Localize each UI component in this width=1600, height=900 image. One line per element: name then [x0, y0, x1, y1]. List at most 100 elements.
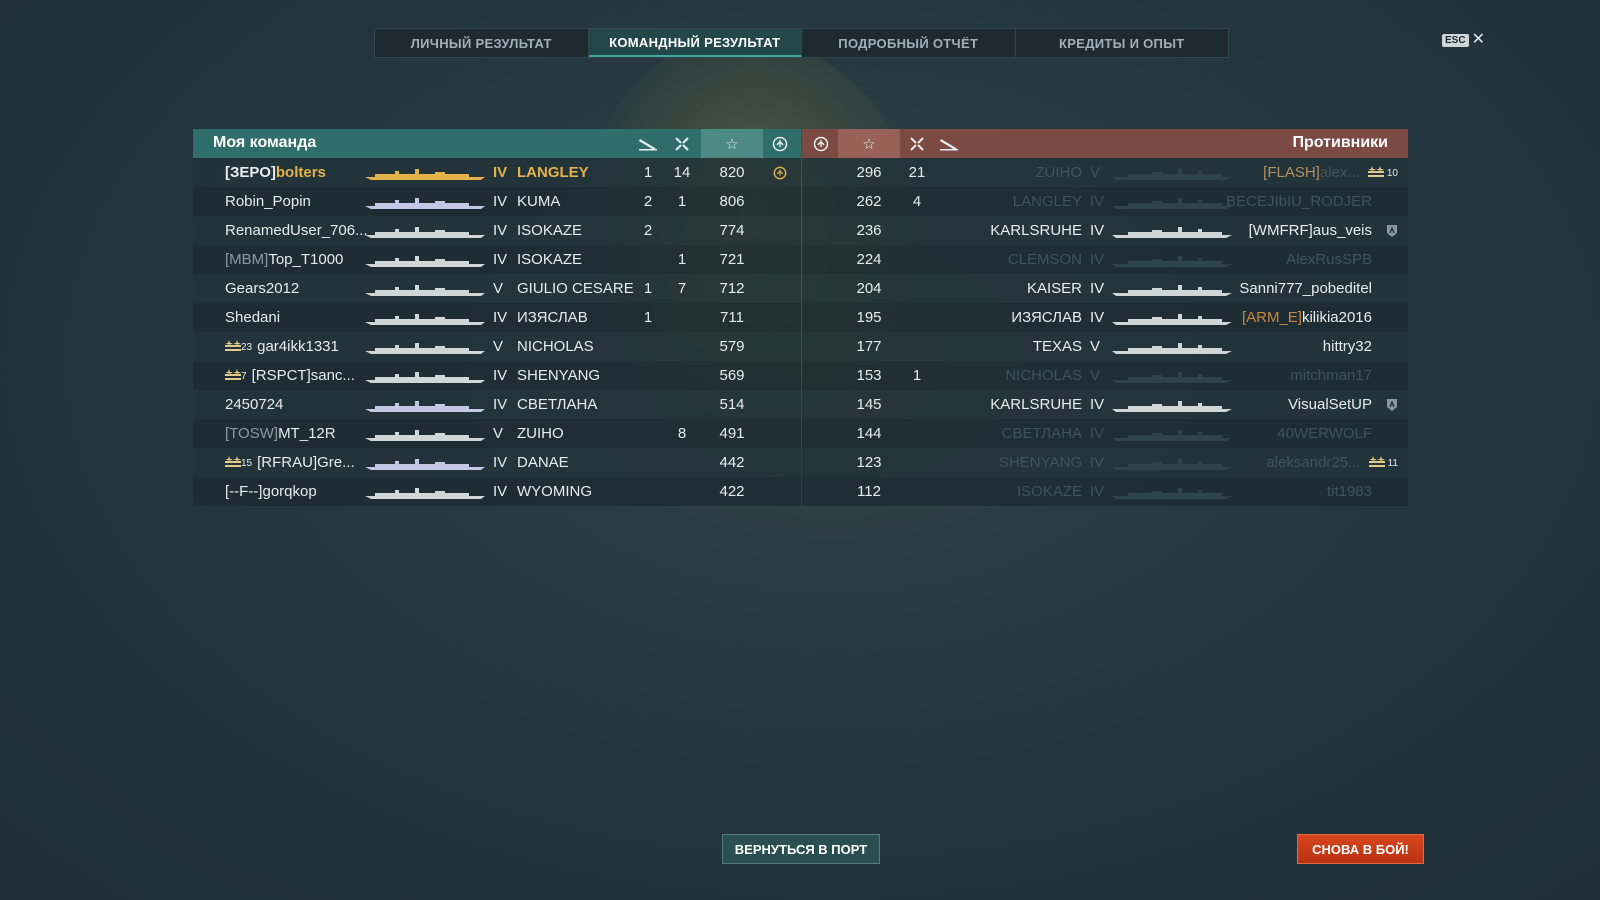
ship-tier: IV	[493, 309, 508, 326]
enemy-score: 224	[856, 251, 882, 268]
frags-count	[667, 361, 697, 390]
table-row: Shedani IV ИЗЯСЛАВ 1 711 195 ИЗЯСЛАВ IV [ARM_E]k…	[193, 303, 1408, 332]
enemy-row[interactable]: 262 4 LANGLEY IV BECEJIbIU_RODJER	[802, 187, 1408, 216]
star-icon: ☆	[838, 129, 900, 158]
my-team-row[interactable]: Robin_Popin IV KUMA 2 1 806	[193, 187, 801, 216]
enemy-row[interactable]: 204 KAISER IV Sanni777_pobeditel	[802, 274, 1408, 303]
tab-credits-exp[interactable]: КРЕДИТЫ И ОПЫТ	[1016, 29, 1229, 57]
my-team-row[interactable]: 15 [RFRAU]Gre... IV DANAE 442	[193, 448, 801, 477]
player-name: [MBM]Top_T1000	[225, 245, 343, 274]
ship-name: KUMA	[517, 193, 561, 210]
ship-silhouette-icon	[1112, 400, 1232, 412]
tab-personal-result[interactable]: ЛИЧНЫЙ РЕЗУЛЬТАТ	[375, 29, 589, 57]
close-icon: ✕	[1471, 31, 1485, 48]
ship-tier: IV	[493, 396, 508, 413]
ship-tier: V	[493, 338, 504, 355]
return-to-port-button[interactable]: ВЕРНУТЬСЯ В ПОРТ	[722, 834, 880, 864]
clan-tag: [TOSW]	[225, 425, 279, 442]
ship-tier: V	[1090, 367, 1101, 384]
player-name: RenamedUser_706...	[225, 216, 368, 245]
division-icon	[1386, 216, 1398, 245]
my-team-row[interactable]: RenamedUser_706... IV ISOKAZE 2 774	[193, 216, 801, 245]
enemy-frags	[902, 303, 932, 332]
ship-silhouette-icon	[365, 313, 485, 325]
enemy-score: 296	[856, 164, 882, 181]
rank-number: 23	[241, 341, 253, 353]
enemy-score: 144	[856, 425, 882, 442]
player-nickname: aleksandr25...	[1266, 454, 1361, 471]
ship-tier: IV	[493, 483, 508, 500]
enemy-row[interactable]: 123 SHENYANG IV aleksandr25... 11	[802, 448, 1408, 477]
ship-name: ISOKAZE	[1016, 483, 1082, 500]
base-capture-icon	[806, 129, 836, 158]
frags-count	[667, 390, 697, 419]
enemy-frags	[902, 448, 932, 477]
player-name: mitchman17	[1290, 361, 1372, 390]
player-name: [TOSW]MT_12R	[225, 419, 336, 448]
tab-detailed-report[interactable]: ПОДРОБНЫЙ ОТЧЁТ	[802, 29, 1016, 57]
ship-name: ИЗЯСЛАВ	[1011, 309, 1082, 326]
ship-name: KAISER	[1026, 280, 1082, 297]
enemy-row[interactable]: 224 CLEMSON IV AlexRusSPB	[802, 245, 1408, 274]
enemy-score: 262	[856, 193, 882, 210]
frags-count: 7	[677, 280, 687, 297]
my-team-row[interactable]: 23 gar4ikk1331 V NICHOLAS 579	[193, 332, 801, 361]
my-team-row[interactable]: [ЗЕРО]bolters IV LANGLEY 1 14 820	[193, 158, 801, 187]
ship-silhouette-icon	[365, 284, 485, 296]
player-nickname: gar4ikk1331	[257, 338, 339, 355]
ship-tier: V	[493, 280, 504, 297]
ship-silhouette-icon	[365, 458, 485, 470]
ship-name: TEXAS	[1032, 338, 1082, 355]
tab-team-result[interactable]: КОМАНДНЫЙ РЕЗУЛЬТАТ	[588, 29, 802, 57]
my-team-row[interactable]: 7 [RSPCT]sanc... IV SHENYANG 569	[193, 361, 801, 390]
ship-silhouette-icon	[365, 371, 485, 383]
player-nickname: Robin_Popin	[225, 193, 311, 210]
ship-name: NICHOLAS	[1005, 367, 1082, 384]
enemy-row[interactable]: 153 1 NICHOLAS Vmitchman17	[802, 361, 1408, 390]
ship-silhouette-icon	[365, 342, 485, 354]
my-team-row[interactable]: Shedani IV ИЗЯСЛАВ 1 711	[193, 303, 801, 332]
ship-tier: IV	[1090, 454, 1105, 471]
ship-name: CLEMSON	[1007, 251, 1082, 268]
torpedo-hits	[633, 419, 663, 448]
my-team-row[interactable]: [--F--]gorqkop IV WYOMING 422	[193, 477, 801, 506]
player-name: AlexRusSPB	[1286, 245, 1372, 274]
my-team-row[interactable]: [MBM]Top_T1000 IV ISOKAZE 1 721	[193, 245, 801, 274]
ship-tier: IV	[493, 367, 508, 384]
torpedo-hits	[633, 332, 663, 361]
enemy-score: 123	[856, 454, 882, 471]
player-nickname: [RSPCT]sanc...	[251, 367, 355, 384]
enemy-row[interactable]: 145 KARLSRUHE IV VisualSetUP	[802, 390, 1408, 419]
enemy-row[interactable]: 177 TEXAS Vhittry32	[802, 332, 1408, 361]
battle-again-button[interactable]: СНОВА В БОЙ!	[1297, 834, 1424, 864]
ship-name: SHENYANG	[998, 454, 1082, 471]
ship-tier: IV	[493, 454, 508, 471]
enemy-frags	[902, 245, 932, 274]
player-name: [ARM_E]kilikia2016	[1242, 303, 1372, 332]
my-team-row[interactable]: 2450724 IV СВЕТЛАНА 514	[193, 390, 801, 419]
table-row: Robin_Popin IV KUMA 2 1 806 262 4 LANGLEY IV BECEJ…	[193, 187, 1408, 216]
ship-silhouette-icon	[1112, 458, 1232, 470]
ship-name: ZUIHO	[517, 425, 564, 442]
enemy-score: 204	[856, 280, 882, 297]
my-team-row[interactable]: [TOSW]MT_12R V ZUIHO 8 491	[193, 419, 801, 448]
ship-name: LANGLEY	[1012, 193, 1082, 210]
player-name: Sanni777_pobeditel	[1239, 274, 1372, 303]
rank-number: 7	[241, 370, 247, 382]
close-button[interactable]: ESC ✕	[1442, 31, 1485, 48]
enemy-team-header: ☆ Противники	[802, 129, 1408, 158]
player-name: [WMFRF]aus_veis	[1249, 216, 1372, 245]
player-score: 712	[719, 280, 745, 297]
enemy-row[interactable]: 296 21 ZUIHO V [FLASH]alex... 10	[802, 158, 1408, 187]
enemy-row[interactable]: 236 KARLSRUHE IV [WMFRF]aus_veis	[802, 216, 1408, 245]
ship-tier: IV	[1090, 193, 1105, 210]
my-team-row[interactable]: Gears2012 V GIULIO CESARE 1 7 712	[193, 274, 801, 303]
enemy-frags	[902, 274, 932, 303]
enemy-row[interactable]: 144 СВЕТЛАНА IV 40WERWOLF	[802, 419, 1408, 448]
enemy-row[interactable]: 195 ИЗЯСЛАВ IV [ARM_E]kilikia2016	[802, 303, 1408, 332]
rank-badge-icon	[1368, 449, 1385, 478]
enemy-row[interactable]: 112 ISOKAZE IV tit1983	[802, 477, 1408, 506]
torpedo-hits: 2	[643, 193, 653, 210]
ship-name: KARLSRUHE	[990, 396, 1082, 413]
ship-tier: IV	[493, 164, 508, 181]
